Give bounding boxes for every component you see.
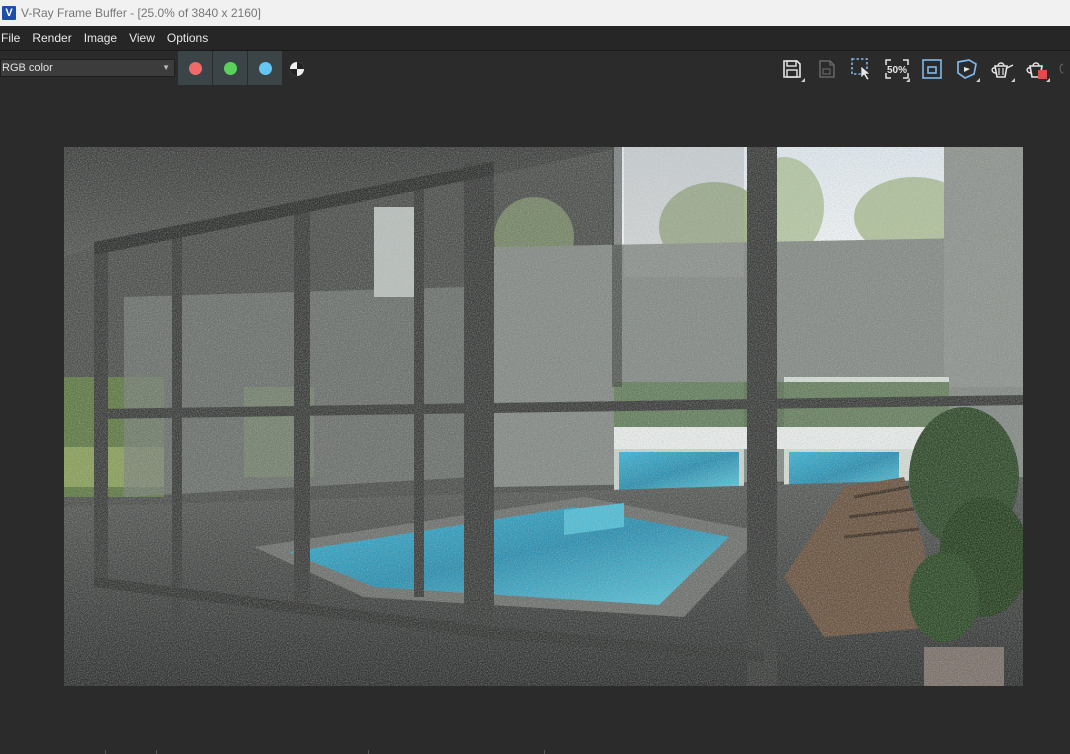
corner-arrow-icon: [801, 78, 805, 82]
mono-icon: [290, 62, 304, 76]
render-last-button[interactable]: [952, 54, 982, 84]
vray-logo-icon: V: [2, 6, 16, 20]
track-mouse-icon: [851, 58, 871, 81]
zoom-50-icon: 50%: [885, 59, 909, 79]
chevron-down-icon: ▼: [162, 63, 170, 72]
red-dot-icon: [188, 61, 202, 75]
red-channel-button[interactable]: [178, 51, 212, 85]
blue-channel-button[interactable]: [248, 51, 282, 85]
status-divider: [156, 750, 157, 754]
green-dot-icon: [223, 61, 237, 75]
channel-select[interactable]: RGB color ▼: [0, 59, 175, 77]
window-title: V-Ray Frame Buffer - [25.0% of 3840 x 21…: [21, 6, 261, 20]
corner-arrow-icon: [1011, 78, 1015, 82]
render-image[interactable]: [64, 147, 1023, 686]
channel-select-value: RGB color: [2, 62, 53, 74]
corner-arrow-icon: [906, 78, 910, 82]
track-mouse-button[interactable]: [847, 54, 877, 84]
menu-options[interactable]: Options: [165, 31, 214, 45]
region-render-icon: [922, 59, 942, 79]
corner-arrow-icon: [1046, 78, 1050, 82]
rendered-pool-scene: [64, 147, 1023, 686]
clear-image-button[interactable]: [1055, 54, 1070, 84]
status-divider: [368, 750, 369, 754]
clear-image-icon: [1059, 63, 1064, 74]
mono-channel-button[interactable]: [286, 58, 308, 80]
render-viewport[interactable]: [0, 88, 1070, 754]
blue-dot-icon: [258, 61, 272, 75]
title-bar: V V-Ray Frame Buffer - [25.0% of 3840 x …: [0, 0, 1070, 26]
status-divider: [544, 750, 545, 754]
save-image-button[interactable]: [777, 54, 807, 84]
region-render-button[interactable]: [917, 54, 947, 84]
zoom-50-button[interactable]: 50%: [882, 54, 912, 84]
green-channel-button[interactable]: [213, 51, 247, 85]
menu-file[interactable]: File: [0, 31, 26, 45]
zoom-label: 50%: [887, 65, 907, 76]
menu-image[interactable]: Image: [82, 31, 123, 45]
stop-render-button[interactable]: [1022, 54, 1052, 84]
render-interactive-button[interactable]: [987, 54, 1017, 84]
corner-arrow-icon: [976, 78, 980, 82]
save-icon: [783, 60, 801, 78]
save-all-icon: [819, 60, 835, 78]
menu-render[interactable]: Render: [30, 31, 77, 45]
toolbar: RGB color ▼ 50%: [0, 51, 1070, 87]
status-divider: [105, 750, 106, 754]
save-all-button[interactable]: [812, 54, 842, 84]
menu-bar: File Render Image View Options: [0, 26, 1070, 51]
menu-view[interactable]: View: [127, 31, 161, 45]
